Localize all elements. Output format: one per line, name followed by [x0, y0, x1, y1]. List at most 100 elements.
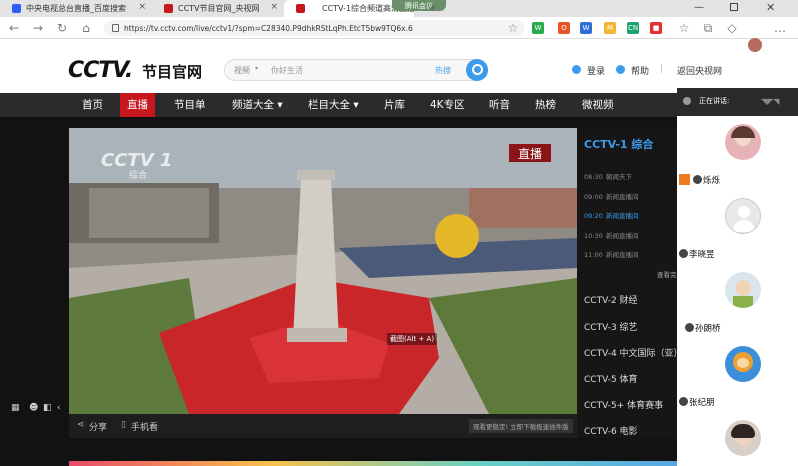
help-link[interactable]: 帮助 [631, 64, 649, 77]
collections-icon[interactable]: ⧉ [700, 20, 716, 36]
cctv-logo[interactable]: CCTV. [68, 58, 133, 83]
address-bar-row: ← → ↻ ⌂ https://tv.cctv.com/live/cctv1/?… [0, 17, 798, 52]
channel-item-cctv5plus[interactable]: CCTV-5+ 体育赛事 [584, 398, 663, 411]
channel-item-cctv5[interactable]: CCTV-5 体育 [584, 372, 638, 385]
site-header: CCTV. 节目官网 视频 ▾ 你好生活 热搜 登录 帮助 | [0, 39, 677, 93]
video-player[interactable]: CCTV 1 综合 直播 截图(Alt + A) [69, 128, 577, 414]
meeting-toolbar: ▦ ☻ ◧ ‹ [9, 403, 67, 417]
channel-item-cctv2[interactable]: CCTV-2 财经 [584, 293, 638, 306]
refresh-icon[interactable]: ↻ [54, 20, 70, 36]
lock-icon [112, 24, 119, 32]
browser-tab-baidu[interactable]: 中央电视总台直播_百度搜索 × [0, 0, 150, 17]
emoji-icon[interactable]: ☻ [29, 403, 38, 413]
schedule-item-current[interactable]: 09:20 新闻直播间 [584, 210, 639, 220]
nav-item-live[interactable]: 直播 [120, 93, 155, 117]
extension-cn-icon[interactable]: CN [627, 22, 639, 34]
close-tab-icon[interactable]: × [138, 2, 146, 12]
phone-icon: ▯ [121, 420, 126, 430]
forward-arrow-icon[interactable]: → [30, 20, 46, 36]
home-icon[interactable]: ⌂ [78, 20, 94, 36]
extension-word-icon[interactable]: W [580, 22, 592, 34]
cctv-favicon-icon [164, 4, 173, 13]
screenshot-tooltip: 截图(Alt + A) [387, 333, 438, 345]
close-window-button[interactable]: ✕ [766, 1, 775, 14]
back-to-cctv-link[interactable]: 返回央视网 [677, 64, 722, 77]
bookmark-star-icon[interactable]: ☆ [505, 20, 521, 36]
layout-icon[interactable]: ◧ [43, 403, 52, 413]
channel-item-cctv3[interactable]: CCTV-3 综艺 [584, 320, 638, 333]
avatar [725, 420, 761, 456]
player-control-bar: ⋖ 分享 ▯ 手机看 观看更稳定! 立即下载极速插件版 [69, 414, 577, 438]
url-field[interactable]: https://tv.cctv.com/live/cctv1/?spm=C283… [104, 20, 524, 36]
main-nav: 首页 直播 节目单 频道大全 ▾ 栏目大全 ▾ 片库 4K专区 听音 热榜 微视… [0, 93, 677, 117]
channel-item-cctv6[interactable]: CCTV-6 电影 [584, 424, 638, 437]
search-button[interactable] [466, 59, 488, 81]
plugin-notice[interactable]: 观看更稳定! 立即下载极速插件版 [469, 419, 573, 433]
channel-watermark-sub: 综合 [129, 171, 148, 181]
speaking-header: 正在讲话: ◥◤◥ [677, 88, 798, 116]
nav-item-audio[interactable]: 听音 [489, 93, 510, 117]
hot-search-link[interactable]: 热搜 [435, 65, 451, 76]
nav-item-microvideo[interactable]: 微视频 [582, 93, 614, 117]
share-icon: ⋖ [77, 420, 85, 430]
nav-item-channels[interactable]: 频道大全 ▾ [232, 93, 283, 117]
schedule-item[interactable]: 08:30 朝闻天下 [584, 171, 632, 181]
new-tab-button[interactable]: + [428, 3, 436, 14]
extension-office-icon[interactable]: O [558, 22, 570, 34]
current-channel-title: CCTV-1 综合 [584, 138, 654, 151]
nav-item-library[interactable]: 片库 [384, 93, 405, 117]
search-box[interactable]: 视频 ▾ 你好生活 热搜 [224, 59, 488, 81]
meeting-participant-panel: 正在讲话: ◥◤◥ 烁烁 李晓昱 孙朗桥 张纪朋 [677, 88, 798, 466]
favorites-icon[interactable]: ☆ [676, 20, 692, 36]
search-type-select[interactable]: 视频 [234, 65, 250, 76]
presenter-badge-icon [679, 174, 690, 185]
browser-tab-bar: 中央电视总台直播_百度搜索 × CCTV节目官网_央视网 × CCTV-1综合频… [0, 0, 798, 17]
chevron-left-icon[interactable]: ‹ [57, 403, 61, 413]
extension-mail-icon[interactable]: M [604, 22, 616, 34]
profile-avatar[interactable] [748, 38, 762, 52]
avatar [725, 272, 761, 308]
tab-title: CCTV节目官网_央视网 [178, 4, 260, 13]
logo-subtitle: 节目官网 [142, 63, 203, 81]
more-menu-icon[interactable]: … [772, 20, 788, 36]
audio-wave-icon: ◥◤◥ [761, 97, 780, 106]
minimize-button[interactable]: — [694, 2, 704, 13]
participant-name: 李晓昱 [679, 248, 715, 260]
extension-wechat-icon[interactable]: W [532, 22, 544, 34]
grid-icon[interactable]: ▦ [11, 403, 20, 413]
login-link[interactable]: 登录 [587, 64, 605, 77]
avatar [725, 124, 761, 160]
url-text: https://tv.cctv.com/live/cctv1/?spm=C283… [124, 23, 413, 33]
shield-icon[interactable]: ◇ [724, 20, 740, 36]
schedule-item[interactable]: 11:00 新闻直播间 [584, 249, 639, 259]
back-arrow-icon[interactable]: ← [6, 20, 22, 36]
schedule-item[interactable]: 10:30 新闻直播间 [584, 230, 639, 240]
bottom-banner [69, 461, 677, 466]
nav-item-hot[interactable]: 热榜 [535, 93, 556, 117]
chevron-down-icon: ▾ [255, 65, 259, 72]
search-input[interactable]: 你好生活 [271, 65, 303, 76]
extension-red-icon[interactable]: ■ [650, 22, 662, 34]
baidu-favicon-icon [12, 4, 21, 13]
channel-item-cctv4[interactable]: CCTV-4 中文国际（亚） [584, 346, 683, 359]
mobile-watch-button[interactable]: 手机看 [131, 420, 158, 433]
browser-tab-cctv-home[interactable]: CCTV节目官网_央视网 × [152, 0, 282, 17]
participant-name: 张纪朋 [679, 396, 715, 408]
cctv-favicon-icon [296, 4, 305, 13]
speaker-avatar-icon [683, 97, 691, 105]
share-button[interactable]: 分享 [89, 420, 107, 433]
maximize-button[interactable] [730, 3, 738, 11]
nav-item-columns[interactable]: 栏目大全 ▾ [308, 93, 359, 117]
view-full-schedule-link[interactable]: 查看完 [657, 269, 677, 279]
participant-name: 孙朗桥 [685, 322, 721, 334]
help-icon [616, 65, 625, 74]
nav-item-home[interactable]: 首页 [82, 93, 103, 117]
avatar-placeholder-icon [725, 198, 761, 234]
close-tab-icon[interactable]: × [270, 2, 278, 12]
nav-item-schedule[interactable]: 节目单 [174, 93, 206, 117]
channel-panel: CCTV-1 综合 08:30 朝闻天下 09:00 新闻直播间 09:20 新闻直播… [577, 128, 683, 438]
avatar [725, 346, 761, 382]
meeting-indicator[interactable]: 腾讯会议 [392, 0, 446, 11]
nav-item-4k[interactable]: 4K专区 [430, 93, 465, 117]
schedule-item[interactable]: 09:00 新闻直播间 [584, 191, 639, 201]
